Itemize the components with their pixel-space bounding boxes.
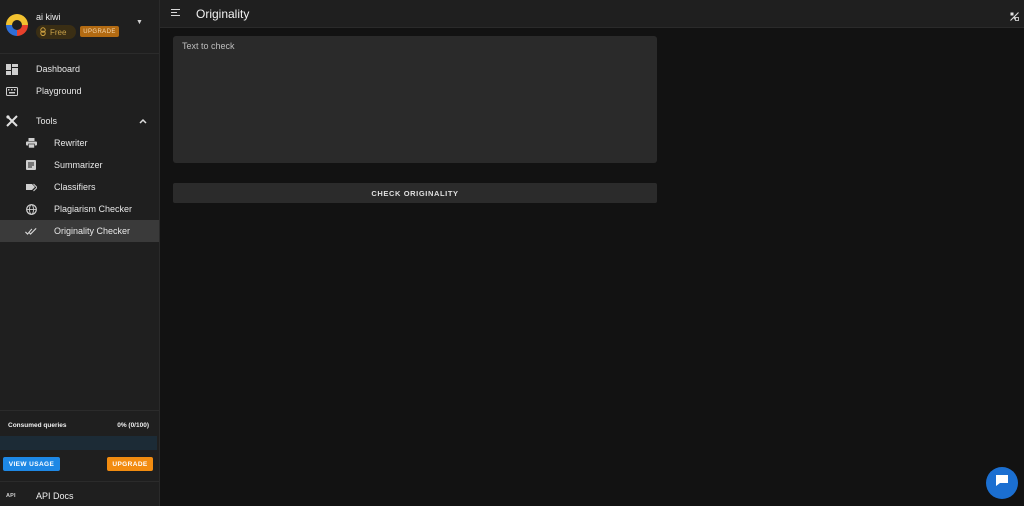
sidebar-item-label: Playground [36,86,82,96]
theme-toggle-icon[interactable] [1010,8,1019,21]
sidebar-item-label: API Docs [36,491,74,501]
consumed-queries-value: 0% (0/100) [117,422,149,429]
sidebar-item-label: Originality Checker [54,226,131,236]
chevron-up-icon[interactable] [139,116,147,126]
sidebar-item-dashboard[interactable]: Dashboard [0,58,159,80]
sidebar-item-summarizer[interactable]: Summarizer [0,154,159,176]
sidebar-item-playground[interactable]: Playground [0,80,159,102]
sidebar-item-tools[interactable]: Tools [0,110,159,132]
text-to-check-input[interactable] [173,36,657,163]
plan-label: Free [50,27,67,37]
plan-chip: Free [36,25,76,39]
account-switcher[interactable]: ai kiwi Free UPGRADE ▼ [0,0,159,54]
sidebar-item-rewriter[interactable]: Rewriter [0,132,159,154]
top-bar: Originality [160,0,1024,28]
document-icon [25,159,37,171]
page-title: Originality [196,7,250,21]
sidebar-item-label: Classifiers [54,182,96,192]
chat-icon [995,474,1009,492]
tools-icon [6,115,18,127]
chat-button[interactable] [986,467,1018,499]
usage-progress-bar [0,436,157,450]
app-root: ai kiwi Free UPGRADE ▼ Dashboard Playgro… [0,0,1024,506]
sidebar-item-label: Summarizer [54,160,103,170]
consumed-queries-label: Consumed queries [8,422,67,429]
text-to-check-area[interactable] [173,36,657,163]
menu-icon[interactable] [171,9,180,18]
caret-down-icon[interactable]: ▼ [136,19,143,26]
upgrade-chip-button[interactable]: UPGRADE [80,26,119,37]
account-name: ai kiwi [36,12,61,22]
sidebar-item-label: Rewriter [54,138,88,148]
avatar [6,14,28,36]
coin-icon [39,26,47,38]
check-originality-button[interactable]: CHECK ORIGINALITY [173,183,657,203]
tags-icon [25,181,37,193]
view-usage-button[interactable]: VIEW USAGE [3,457,60,471]
dashboard-icon [6,63,18,75]
consumed-queries: Consumed queries 0% (0/100) [0,410,159,436]
upgrade-button[interactable]: UPGRADE [107,457,153,471]
keyboard-icon [6,85,18,97]
sidebar-item-classifiers[interactable]: Classifiers [0,176,159,198]
sidebar: ai kiwi Free UPGRADE ▼ Dashboard Playgro… [0,0,160,506]
sidebar-item-api-docs[interactable]: API API Docs [0,481,159,506]
globe-icon [25,203,37,215]
sidebar-item-originality-checker[interactable]: Originality Checker [0,220,159,242]
print-icon [25,137,37,149]
api-icon: API [6,493,16,499]
double-check-icon [25,225,37,237]
sidebar-item-label: Plagiarism Checker [54,204,133,214]
sidebar-item-label: Tools [36,116,58,126]
sidebar-item-label: Dashboard [36,64,81,74]
sidebar-item-plagiarism-checker[interactable]: Plagiarism Checker [0,198,159,220]
